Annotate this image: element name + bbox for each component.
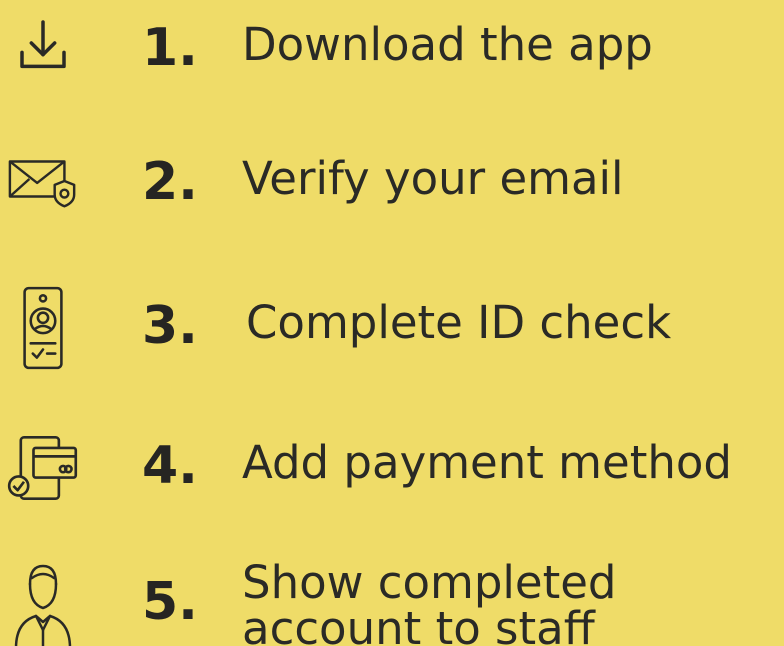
step-number: 1. <box>142 18 198 78</box>
step-number: 4. <box>142 436 198 496</box>
step-number: 5. <box>142 572 198 632</box>
step-2: 2. Verify your email <box>0 130 784 250</box>
step-label: Verify your email <box>242 152 624 205</box>
step-number: 2. <box>142 152 198 212</box>
step-label: Show completed account to staff <box>242 556 617 646</box>
email-shield-icon <box>6 146 80 212</box>
payment-card-icon <box>6 428 80 508</box>
step-3: 3. Complete ID check <box>0 276 784 396</box>
step-5: 5. Show completed account to staff <box>0 546 784 646</box>
id-check-phone-icon <box>6 282 80 374</box>
step-label: Complete ID check <box>246 296 672 349</box>
step-1: 1. Download the app <box>0 0 784 120</box>
staff-person-icon <box>6 560 80 646</box>
step-label: Add payment method <box>242 436 732 489</box>
step-4: 4. Add payment method <box>0 418 784 538</box>
step-label: Download the app <box>242 18 653 71</box>
step-number: 3. <box>142 296 198 356</box>
download-icon <box>6 8 80 78</box>
